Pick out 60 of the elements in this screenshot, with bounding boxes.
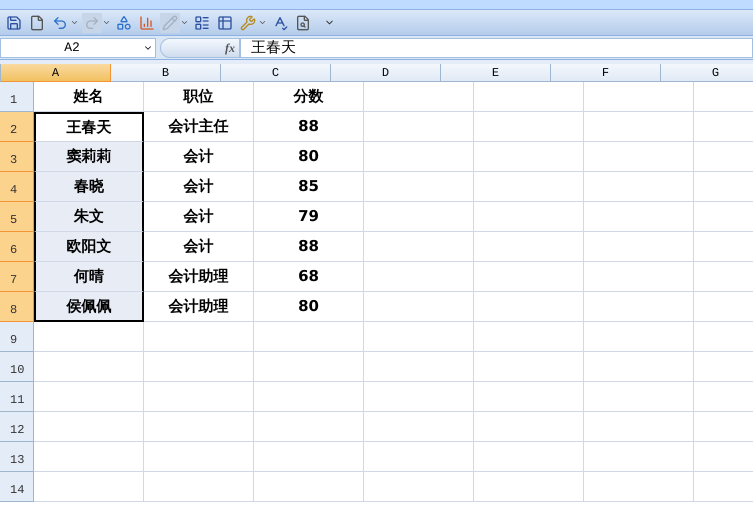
row-header[interactable]: 7 [0, 262, 34, 292]
row-header[interactable]: 3 [0, 142, 34, 172]
table-cell: 会计 [144, 202, 254, 232]
table-cell: 姓名 [34, 82, 144, 112]
table-cell: 68 [254, 262, 364, 292]
row-header[interactable]: 12 [0, 412, 34, 442]
column-header[interactable]: F [551, 64, 661, 82]
row-header[interactable]: 11 [0, 382, 34, 412]
table-cell: 85 [254, 172, 364, 202]
print-preview-icon [295, 14, 311, 30]
table-cell: 会计 [144, 142, 254, 172]
row-header[interactable]: 2 [0, 112, 34, 142]
column-header[interactable]: B [111, 64, 221, 82]
redo-icon [84, 14, 100, 30]
table-cell: 会计主任 [144, 112, 254, 142]
table-cell: 春晓 [34, 172, 144, 202]
row-header[interactable]: 1 [0, 82, 34, 112]
formula-field[interactable]: 王春天 [240, 38, 753, 58]
undo-icon [52, 14, 68, 30]
table-cell: 何晴 [34, 262, 144, 292]
row-header[interactable]: 9 [0, 322, 34, 352]
table-cell: 王春天 [34, 112, 144, 142]
row-header[interactable]: 13 [0, 442, 34, 472]
table-cell: 侯佩佩 [34, 292, 144, 322]
name-box[interactable]: A2 [0, 38, 156, 58]
wrench-icon [240, 14, 256, 30]
column-header[interactable]: G [661, 64, 753, 82]
table-cell: 80 [254, 292, 364, 322]
table-cell: 88 [254, 112, 364, 142]
row-header[interactable]: 14 [0, 472, 34, 502]
table-cell: 职位 [144, 82, 254, 112]
table-cell: 朱文 [34, 202, 144, 232]
save-icon [6, 14, 22, 30]
bar-chart-icon [139, 14, 155, 30]
page-icon [29, 14, 45, 30]
table-cell: 79 [254, 202, 364, 232]
table-cell: 分数 [254, 82, 364, 112]
form-icon [194, 14, 210, 30]
table-cell: 会计 [144, 172, 254, 202]
table-cell: 欧阳文 [34, 232, 144, 262]
column-header[interactable]: E [441, 64, 551, 82]
shapes-icon [116, 14, 132, 30]
table-cell: 窦莉莉 [34, 142, 144, 172]
column-header[interactable]: D [331, 64, 441, 82]
column-header[interactable]: C [221, 64, 331, 82]
table-cell: 80 [254, 142, 364, 172]
table-cell: 会计 [144, 232, 254, 262]
row-header[interactable]: 8 [0, 292, 34, 322]
row-header[interactable]: 10 [0, 352, 34, 382]
pencil-icon [162, 14, 178, 30]
table-icon [217, 14, 233, 30]
table-cell: 会计助理 [144, 292, 254, 322]
row-header[interactable]: 5 [0, 202, 34, 232]
fx-label[interactable]: fx [225, 38, 235, 56]
column-header[interactable]: A [1, 64, 111, 82]
row-header[interactable]: 4 [0, 172, 34, 202]
row-header[interactable]: 6 [0, 232, 34, 262]
cell-reference: A2 [63, 38, 81, 57]
table-cell: 88 [254, 232, 364, 262]
table-cell: 会计助理 [144, 262, 254, 292]
